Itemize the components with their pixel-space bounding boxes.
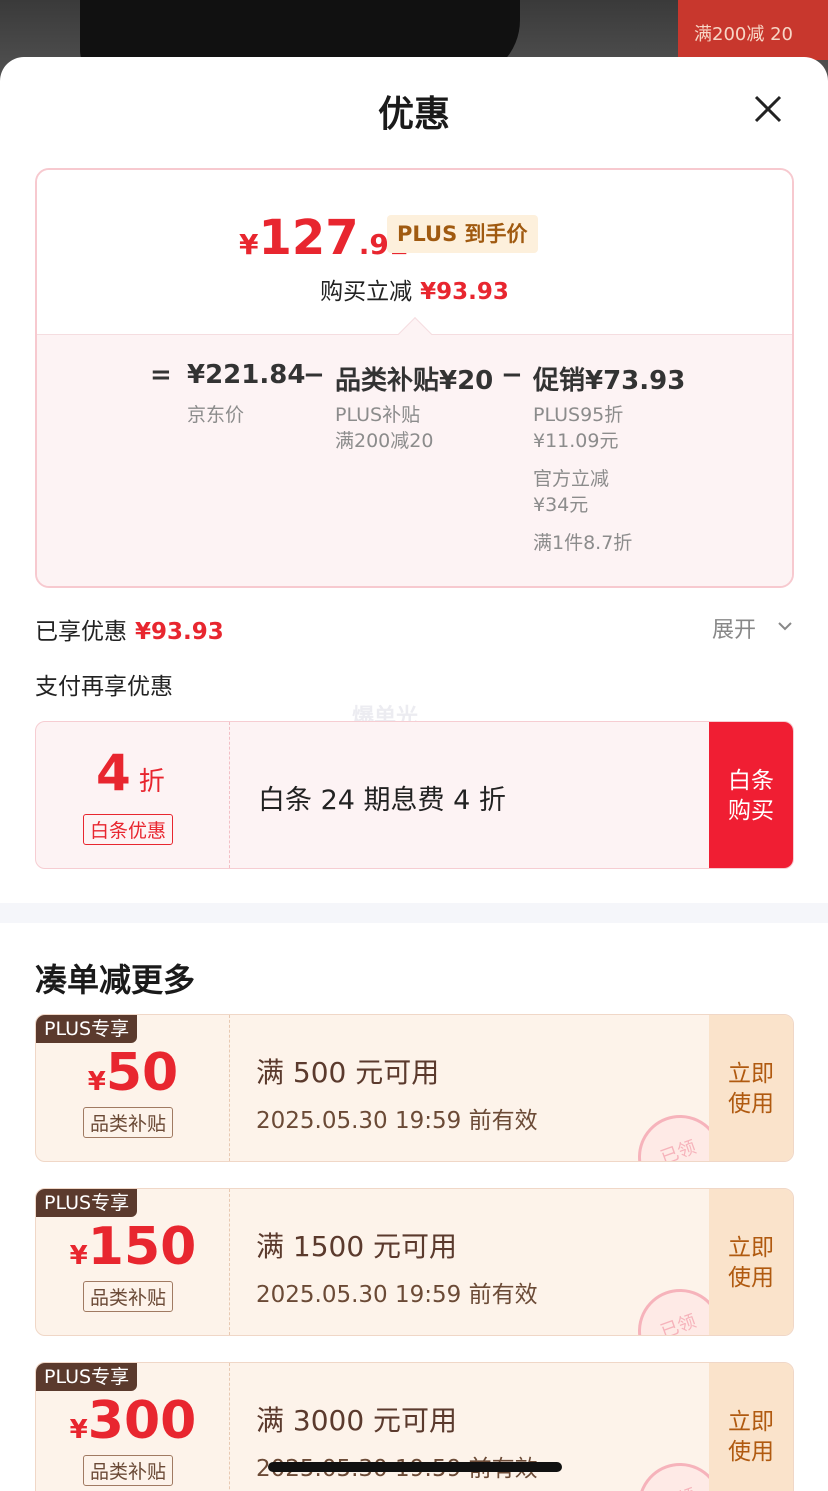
coupon-condition: 满 500 元可用 bbox=[256, 1056, 440, 1089]
promo-sub-3: 官方立减 bbox=[533, 468, 610, 490]
discount-sheet: 优惠 ¥127.91 PLUS 到手价 购买立减 ¥93.93 = ¥221.84… bbox=[0, 57, 828, 1491]
coupon-card: PLUS专享 ¥150 品类补贴 满 1500 元可用 2025.05.30 1… bbox=[35, 1188, 794, 1336]
section-title: 凑单减更多 bbox=[35, 961, 196, 999]
coupon-condition: 满 1500 元可用 bbox=[256, 1230, 458, 1263]
plus-exclusive-badge: PLUS专享 bbox=[36, 1363, 138, 1391]
coupon-validity: 2025.05.30 19:59 前有效 bbox=[256, 1108, 538, 1134]
baitiao-desc: 白条 24 期息费 4 折 bbox=[258, 785, 506, 816]
minus-sign: − bbox=[501, 360, 523, 390]
chevron-down-icon[interactable] bbox=[776, 617, 794, 635]
baitiao-buy-button[interactable]: 白条 购买 bbox=[709, 722, 793, 868]
plus-exclusive-badge: PLUS专享 bbox=[36, 1189, 138, 1217]
use-now-button[interactable]: 立即 使用 bbox=[709, 1189, 793, 1335]
baitiao-discount: 4折 bbox=[96, 744, 165, 802]
baitiao-offer-card: 4折 白条优惠 白条 24 期息费 4 折 白条 购买 bbox=[35, 721, 794, 869]
category-sub-2: 满200减20 bbox=[335, 430, 434, 452]
jd-price: ¥221.84 bbox=[187, 360, 306, 390]
category-sub-1: PLUS补贴 bbox=[335, 404, 421, 426]
promo-amount: 促销¥73.93 bbox=[533, 366, 686, 396]
promo-sub-5: 满1件8.7折 bbox=[533, 532, 633, 554]
plus-exclusive-badge: PLUS专享 bbox=[36, 1015, 138, 1043]
coupon-card: PLUS专享 ¥50 品类补贴 满 500 元可用 2025.05.30 19:… bbox=[35, 1014, 794, 1162]
enjoyed-discount: 已享优惠 ¥93.93 bbox=[35, 619, 224, 645]
category-subsidy: 品类补贴¥20 bbox=[335, 366, 494, 396]
coupon-tag: 品类补贴 bbox=[83, 1281, 174, 1312]
price-breakdown-card: ¥127.91 PLUS 到手价 购买立减 ¥93.93 = ¥221.84 京东… bbox=[35, 168, 794, 588]
sheet-title: 优惠 bbox=[377, 94, 450, 135]
promo-sub-4: ¥34元 bbox=[533, 494, 589, 516]
coupon-tag: 品类补贴 bbox=[83, 1107, 174, 1138]
use-now-button[interactable]: 立即 使用 bbox=[709, 1363, 793, 1491]
minus-sign: − bbox=[303, 360, 325, 390]
promo-sub-2: ¥11.09元 bbox=[533, 430, 619, 452]
equals-sign: = bbox=[150, 360, 172, 390]
close-icon[interactable] bbox=[752, 93, 784, 125]
section-divider bbox=[0, 903, 828, 923]
coupon-amount: ¥150 bbox=[69, 1217, 197, 1277]
pay-more-title: 支付再享优惠 bbox=[35, 674, 173, 700]
coupon-amount: ¥50 bbox=[87, 1043, 179, 1103]
home-indicator[interactable] bbox=[268, 1462, 562, 1472]
coupon-amount: ¥300 bbox=[69, 1391, 197, 1451]
use-now-button[interactable]: 立即 使用 bbox=[709, 1015, 793, 1161]
promo-sub-1: PLUS95折 bbox=[533, 404, 624, 426]
coupon-tag: 品类补贴 bbox=[83, 1455, 174, 1486]
coupon-condition: 满 3000 元可用 bbox=[256, 1404, 458, 1437]
jd-price-label: 京东价 bbox=[187, 404, 245, 426]
expand-toggle[interactable]: 展开 bbox=[712, 612, 756, 644]
plus-price-badge: PLUS 到手价 bbox=[387, 215, 538, 253]
final-price: ¥127.91 bbox=[239, 210, 409, 266]
baitiao-tag: 白条优惠 bbox=[83, 814, 174, 845]
coupon-validity: 2025.05.30 19:59 前有效 bbox=[256, 1282, 538, 1308]
reduce-line: 购买立减 ¥93.93 bbox=[320, 279, 509, 305]
promo-tag-peek: 满200减 20 bbox=[678, 0, 828, 60]
